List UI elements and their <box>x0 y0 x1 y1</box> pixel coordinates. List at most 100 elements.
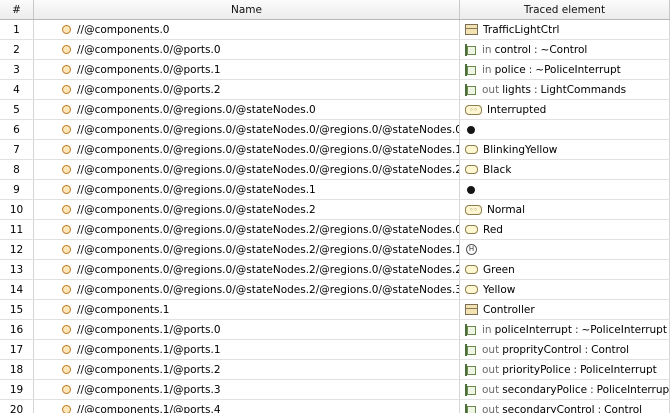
traced-element-cell[interactable]: Yellow <box>460 280 670 299</box>
table-row[interactable]: 6 //@components.0/@regions.0/@stateNodes.… <box>0 120 670 140</box>
table-row[interactable]: 3 //@components.0/@ports.1 in police: ~Polic… <box>0 60 670 80</box>
name-cell[interactable]: //@components.1/@ports.3 <box>34 380 460 399</box>
name-cell[interactable]: //@components.0/@regions.0/@stateNodes.0… <box>34 160 460 179</box>
element-path: //@components.1/@ports.1 <box>77 343 221 356</box>
traced-element-cell[interactable]: out proprityControl: Control <box>460 340 670 359</box>
element-path: //@components.0/@regions.0/@stateNodes.2… <box>77 283 460 296</box>
name-cell[interactable]: //@components.0/@regions.0/@stateNodes.2… <box>34 220 460 239</box>
traced-element-label: Yellow <box>483 283 516 296</box>
table-row[interactable]: 12 //@components.0/@regions.0/@stateNodes… <box>0 240 670 260</box>
table-row[interactable]: 4 //@components.0/@ports.2 out lights: Light… <box>0 80 670 100</box>
traced-element-cell[interactable]: TrafficLightCtrl <box>460 20 670 39</box>
element-bullet-icon <box>62 265 71 274</box>
traced-element-cell[interactable] <box>460 120 670 139</box>
element-path: //@components.1 <box>77 303 170 316</box>
traced-element-cell[interactable]: out secondaryControl: Control <box>460 400 670 413</box>
traced-element-cell[interactable]: in control: ~Control <box>460 40 670 59</box>
table-row[interactable]: 17 //@components.1/@ports.1 out proprityCon… <box>0 340 670 360</box>
table-row[interactable]: 15 //@components.1 Controller <box>0 300 670 320</box>
table-row[interactable]: 2 //@components.0/@ports.0 in control: ~Cont… <box>0 40 670 60</box>
traced-element-label: Controller <box>483 303 535 316</box>
port-icon <box>465 43 477 56</box>
traced-element-cell[interactable]: in police: ~PoliceInterrupt <box>460 60 670 79</box>
name-cell[interactable]: //@components.0/@regions.0/@stateNodes.0… <box>34 120 460 139</box>
table-row[interactable]: 10 //@components.0/@regions.0/@stateNodes… <box>0 200 670 220</box>
traced-element-cell[interactable]: H <box>460 240 670 259</box>
state-icon <box>465 165 478 174</box>
traced-element-cell[interactable]: Black <box>460 160 670 179</box>
element-bullet-icon <box>62 85 71 94</box>
traced-element-cell[interactable]: out priorityPolice: PoliceInterrupt <box>460 360 670 379</box>
table-row[interactable]: 18 //@components.1/@ports.2 out priorityPol… <box>0 360 670 380</box>
traced-element-type: ~PoliceInterrupt <box>581 323 667 336</box>
element-bullet-icon <box>62 325 71 334</box>
element-path: //@components.0 <box>77 23 170 36</box>
table-row[interactable]: 14 //@components.0/@regions.0/@stateNodes… <box>0 280 670 300</box>
traced-element-cell[interactable]: in policeInterrupt: ~PoliceInterrupt <box>460 320 670 339</box>
traced-element-type: ~Control <box>540 43 588 56</box>
table-row[interactable]: 13 //@components.0/@regions.0/@stateNodes… <box>0 260 670 280</box>
port-direction: in <box>482 323 492 336</box>
column-header-name[interactable]: Name <box>34 0 460 19</box>
traced-element-cell[interactable]: ◦◦ Normal <box>460 200 670 219</box>
name-cell[interactable]: //@components.0 <box>34 20 460 39</box>
element-bullet-icon <box>62 205 71 214</box>
name-cell[interactable]: //@components.1 <box>34 300 460 319</box>
table-row[interactable]: 5 //@components.0/@regions.0/@stateNodes.… <box>0 100 670 120</box>
name-cell[interactable]: //@components.1/@ports.0 <box>34 320 460 339</box>
table-row[interactable]: 11 //@components.0/@regions.0/@stateNodes… <box>0 220 670 240</box>
traceability-table: # Name Traced element 1 //@components.0 Tr… <box>0 0 670 413</box>
port-direction: out <box>482 83 500 96</box>
row-number: 5 <box>0 100 34 119</box>
row-number: 4 <box>0 80 34 99</box>
row-number: 15 <box>0 300 34 319</box>
table-row[interactable]: 16 //@components.1/@ports.0 in policeInterr… <box>0 320 670 340</box>
name-cell[interactable]: //@components.0/@regions.0/@stateNodes.2 <box>34 200 460 219</box>
traced-element-cell[interactable]: out secondaryPolice: PoliceInterrupt <box>460 380 670 399</box>
name-cell[interactable]: //@components.0/@regions.0/@stateNodes.0… <box>34 140 460 159</box>
traced-element-label: Interrupted <box>487 103 547 116</box>
type-separator: : <box>590 383 594 396</box>
traced-element-label: police <box>494 63 526 76</box>
name-cell[interactable]: //@components.0/@ports.2 <box>34 80 460 99</box>
table-row[interactable]: 1 //@components.0 TrafficLightCtrl <box>0 20 670 40</box>
table-row[interactable]: 19 //@components.1/@ports.3 out secondaryPo… <box>0 380 670 400</box>
traced-element-cell[interactable]: BlinkingYellow <box>460 140 670 159</box>
state-icon <box>465 285 478 294</box>
row-number: 11 <box>0 220 34 239</box>
port-direction: out <box>482 383 500 396</box>
name-cell[interactable]: //@components.0/@ports.0 <box>34 40 460 59</box>
type-separator: : <box>533 83 538 96</box>
name-cell[interactable]: //@components.1/@ports.1 <box>34 340 460 359</box>
name-cell[interactable]: //@components.0/@regions.0/@stateNodes.2… <box>34 240 460 259</box>
table-row[interactable]: 7 //@components.0/@regions.0/@stateNodes.… <box>0 140 670 160</box>
table-row[interactable]: 20 //@components.1/@ports.4 out secondaryCo… <box>0 400 670 413</box>
traced-element-cell[interactable]: out lights: LightCommands <box>460 80 670 99</box>
row-number: 6 <box>0 120 34 139</box>
traced-element-cell[interactable]: Red <box>460 220 670 239</box>
traced-element-cell[interactable]: ◦◦ Interrupted <box>460 100 670 119</box>
name-cell[interactable]: //@components.1/@ports.4 <box>34 400 460 413</box>
column-header-number[interactable]: # <box>0 0 34 19</box>
name-cell[interactable]: //@components.0/@ports.1 <box>34 60 460 79</box>
traced-element-cell[interactable]: Controller <box>460 300 670 319</box>
name-cell[interactable]: //@components.0/@regions.0/@stateNodes.2… <box>34 260 460 279</box>
name-cell[interactable]: //@components.0/@regions.0/@stateNodes.0 <box>34 100 460 119</box>
type-separator: : <box>533 43 538 56</box>
port-direction: in <box>482 63 492 76</box>
name-cell[interactable]: //@components.0/@regions.0/@stateNodes.1 <box>34 180 460 199</box>
table-row[interactable]: 8 //@components.0/@regions.0/@stateNodes.… <box>0 160 670 180</box>
element-bullet-icon <box>62 45 71 54</box>
traced-element-cell[interactable] <box>460 180 670 199</box>
traced-element-cell[interactable]: Green <box>460 260 670 279</box>
port-icon <box>465 323 477 336</box>
row-number: 16 <box>0 320 34 339</box>
composite-state-icon: ◦◦ <box>465 104 482 115</box>
table-row[interactable]: 9 //@components.0/@regions.0/@stateNodes.… <box>0 180 670 200</box>
element-bullet-icon <box>62 405 71 413</box>
column-header-traced-element[interactable]: Traced element <box>460 0 670 19</box>
name-cell[interactable]: //@components.1/@ports.2 <box>34 360 460 379</box>
state-icon <box>465 265 478 274</box>
name-cell[interactable]: //@components.0/@regions.0/@stateNodes.2… <box>34 280 460 299</box>
element-bullet-icon <box>62 305 71 314</box>
